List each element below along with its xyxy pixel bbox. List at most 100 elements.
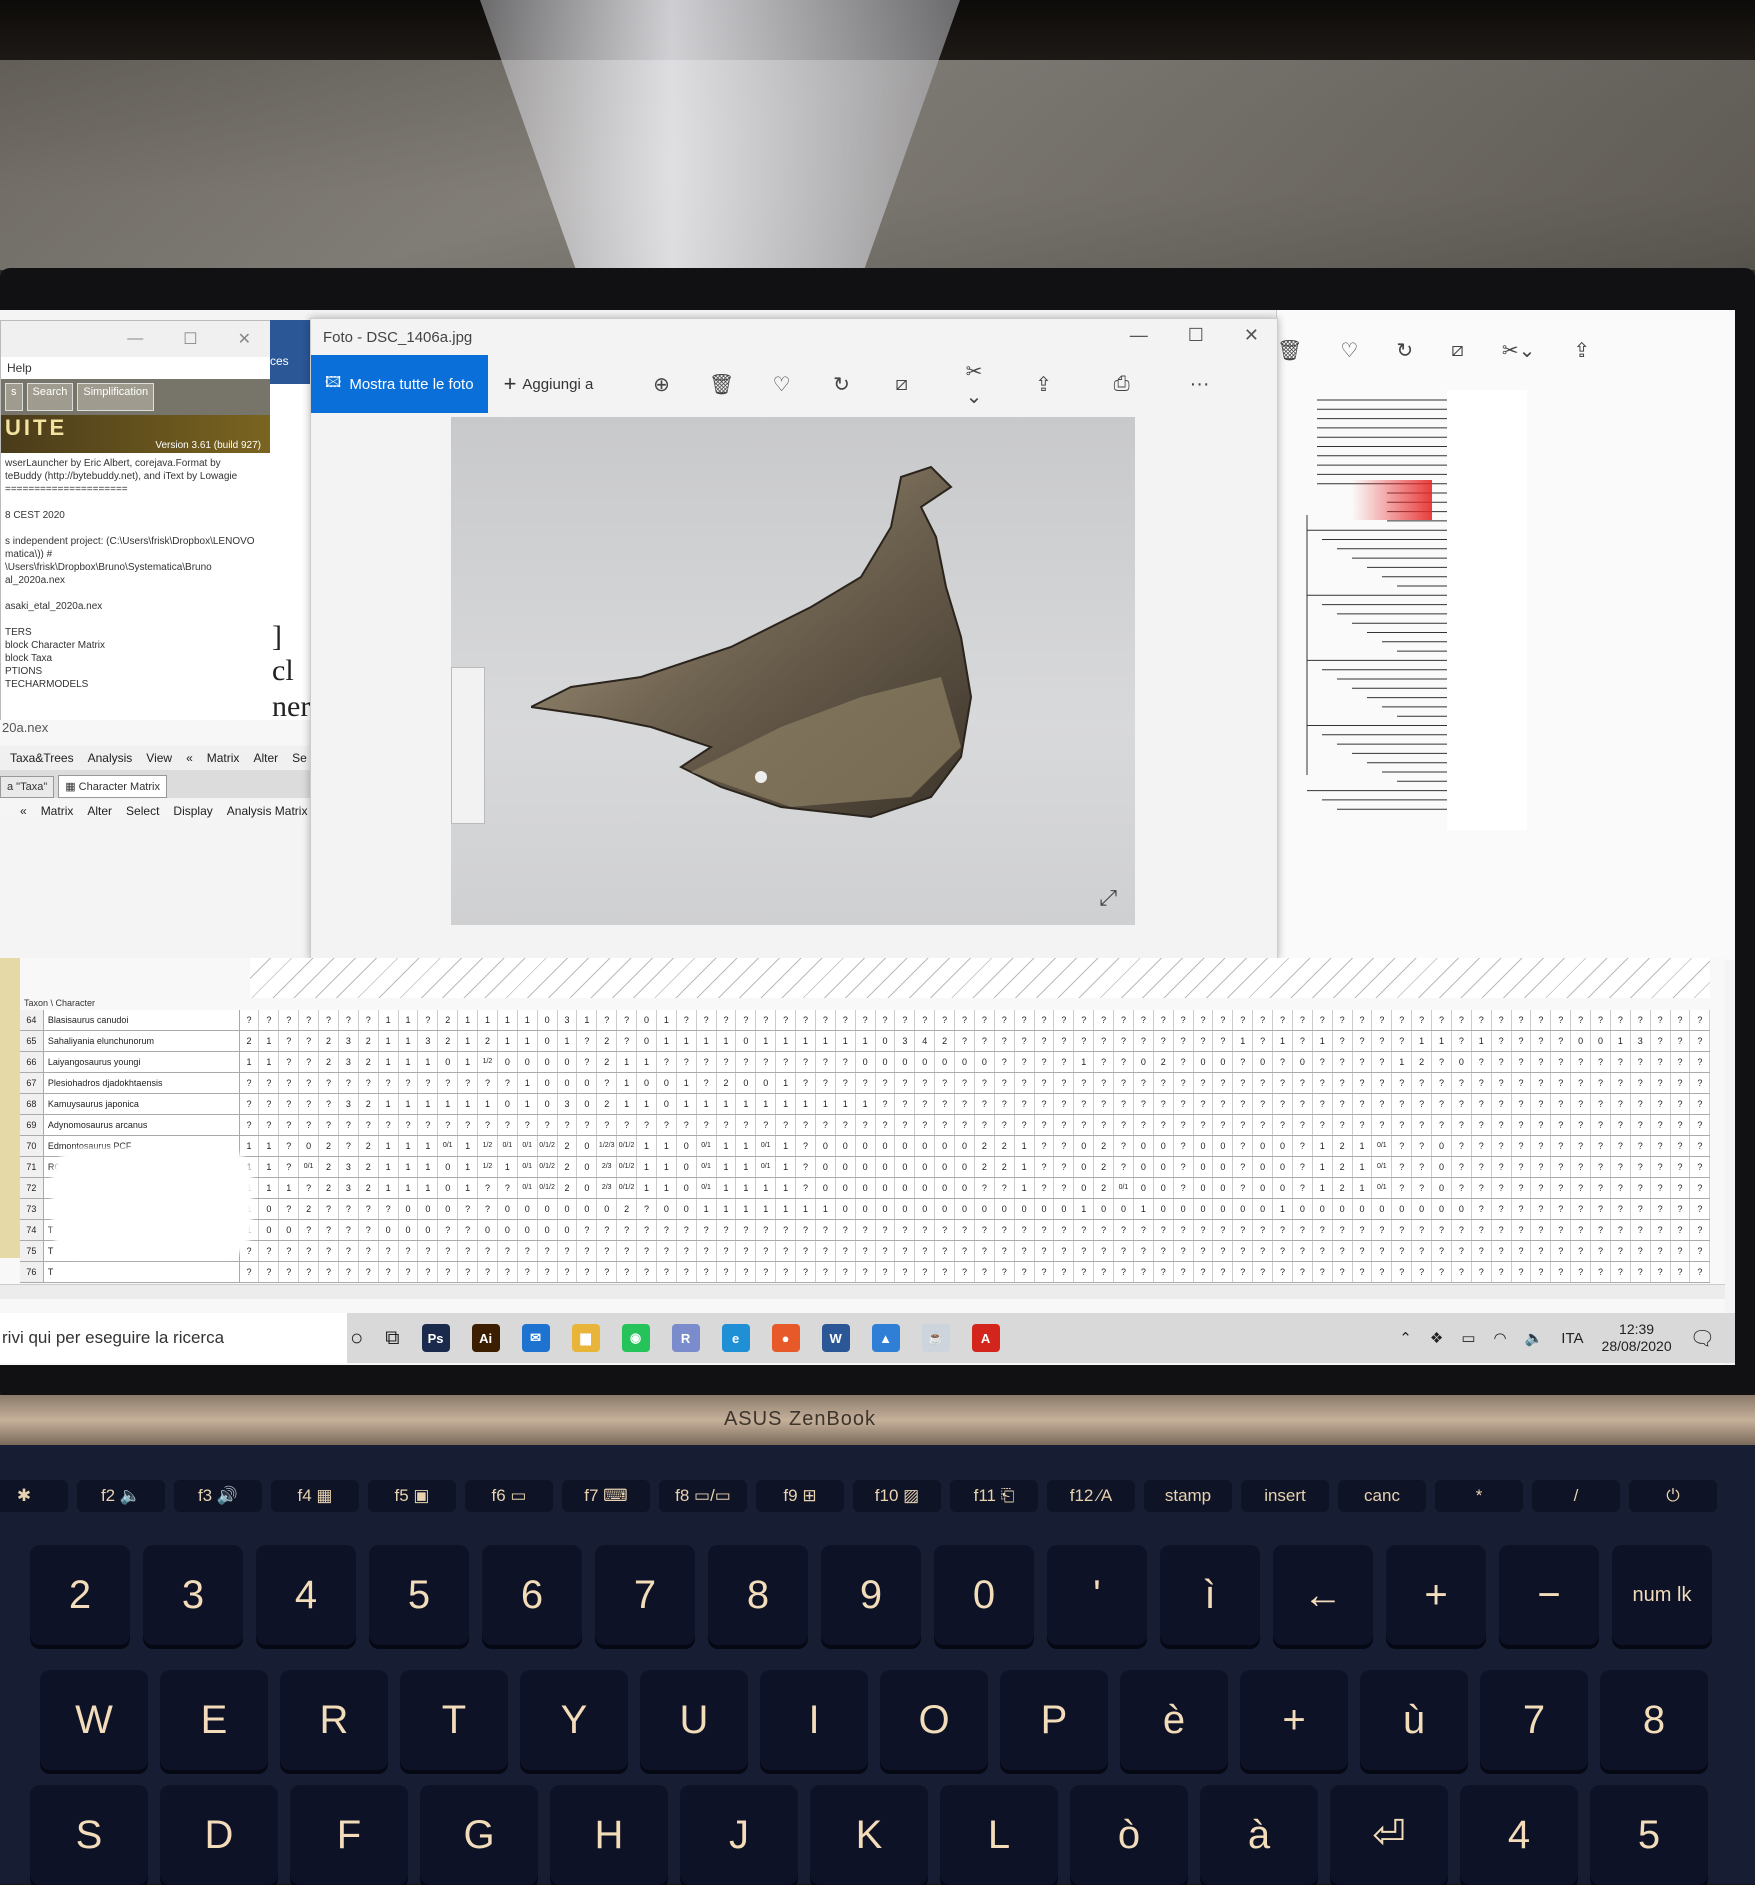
matrix-cell[interactable]: 1 bbox=[1015, 1136, 1035, 1156]
matrix-cell[interactable]: ? bbox=[736, 1262, 757, 1282]
matrix-cell[interactable]: ? bbox=[697, 1115, 717, 1135]
matrix-cell[interactable]: ? bbox=[876, 1220, 896, 1240]
matrix-cell[interactable]: ? bbox=[418, 1262, 439, 1282]
matrix-cell[interactable]: ? bbox=[1492, 1115, 1512, 1135]
matrix-cell[interactable]: ? bbox=[1551, 1199, 1572, 1219]
matrix-cell[interactable]: 0 bbox=[558, 1052, 578, 1072]
matrix-cell[interactable]: ? bbox=[1492, 1157, 1512, 1177]
matrix-cell[interactable]: ? bbox=[1293, 1073, 1313, 1093]
taxon-name[interactable]: Sahaliyania elunchunorum bbox=[44, 1031, 240, 1051]
matrix-cell[interactable]: ? bbox=[299, 1178, 320, 1198]
matrix-cell[interactable]: ? bbox=[1671, 1010, 1691, 1030]
matrix-cell[interactable]: ? bbox=[637, 1115, 657, 1135]
matrix-cell[interactable]: ? bbox=[1412, 1010, 1433, 1030]
matrix-cell[interactable]: ? bbox=[1412, 1157, 1433, 1177]
matrix-cell[interactable]: ? bbox=[617, 1010, 638, 1030]
matrix-cell[interactable]: ? bbox=[1512, 1073, 1532, 1093]
java-icon[interactable]: ☕ bbox=[921, 1324, 950, 1352]
battery-icon[interactable]: ▭ bbox=[1461, 1329, 1475, 1347]
matrix-cell[interactable]: ? bbox=[1452, 1115, 1472, 1135]
letter-key[interactable]: W bbox=[40, 1670, 148, 1770]
matrix-cell[interactable]: ? bbox=[1174, 1031, 1194, 1051]
matrix-cell[interactable]: 0 bbox=[995, 1199, 1015, 1219]
matrix-cell[interactable]: ? bbox=[677, 1010, 697, 1030]
matrix-cell[interactable]: 0 bbox=[1134, 1136, 1154, 1156]
row-number[interactable]: 69 bbox=[20, 1115, 44, 1135]
matrix-cell[interactable]: ? bbox=[736, 1220, 757, 1240]
matrix-cell[interactable]: ? bbox=[776, 1241, 797, 1261]
matrix-cell[interactable]: ? bbox=[1531, 1052, 1552, 1072]
matrix-cell[interactable]: ? bbox=[1054, 1073, 1075, 1093]
matrix-cell[interactable]: ? bbox=[915, 1241, 936, 1261]
matrix-cell[interactable]: 2 bbox=[478, 1031, 498, 1051]
matrix-cell[interactable]: ? bbox=[1253, 1262, 1274, 1282]
matrix-cell[interactable]: ? bbox=[1432, 1262, 1452, 1282]
matrix-cell[interactable]: ? bbox=[1690, 1241, 1711, 1261]
matrix-cell[interactable]: ? bbox=[1690, 1220, 1711, 1240]
matrix-cell[interactable]: 1 bbox=[458, 1031, 479, 1051]
matrix-cell[interactable]: ? bbox=[876, 1094, 896, 1114]
matrix-cell[interactable]: ? bbox=[895, 1262, 916, 1282]
submenu-item[interactable]: Analysis Matrix bbox=[227, 804, 308, 818]
matrix-cell[interactable]: ? bbox=[1174, 1094, 1194, 1114]
matrix-cell[interactable]: ? bbox=[1233, 1157, 1254, 1177]
matrix-cell[interactable]: 1 bbox=[1313, 1136, 1333, 1156]
matrix-cell[interactable]: ? bbox=[518, 1115, 538, 1135]
matrix-cell[interactable]: ? bbox=[1253, 1010, 1274, 1030]
matrix-cell[interactable]: 0 bbox=[856, 1199, 876, 1219]
matrix-cell[interactable]: 0 bbox=[876, 1031, 896, 1051]
matrix-cell[interactable]: ? bbox=[558, 1115, 578, 1135]
matrix-cell[interactable]: 1 bbox=[379, 1052, 399, 1072]
matrix-cell[interactable]: ? bbox=[935, 1094, 956, 1114]
matrix-cell[interactable]: ? bbox=[1651, 1241, 1671, 1261]
matrix-cell[interactable]: 0 bbox=[816, 1157, 836, 1177]
acrobat-icon[interactable]: A bbox=[971, 1324, 1000, 1352]
matrix-cell[interactable]: ? bbox=[1551, 1136, 1572, 1156]
matrix-cell[interactable]: ? bbox=[1054, 1052, 1075, 1072]
matrix-cell[interactable]: 1/2 bbox=[478, 1052, 498, 1072]
matrix-cell[interactable]: ? bbox=[736, 1115, 757, 1135]
matrix-cell[interactable]: ? bbox=[1571, 1073, 1592, 1093]
matrix-cell[interactable]: ? bbox=[1531, 1157, 1552, 1177]
matrix-cell[interactable]: ? bbox=[1591, 1073, 1611, 1093]
matrix-cell[interactable]: 1 bbox=[418, 1136, 439, 1156]
letter-key[interactable]: ù bbox=[1360, 1670, 1468, 1770]
matrix-cell[interactable]: ? bbox=[1174, 1220, 1194, 1240]
matrix-cell[interactable]: ? bbox=[1392, 1241, 1413, 1261]
matrix-cell[interactable]: 0 bbox=[1333, 1199, 1353, 1219]
matrix-cell[interactable]: 0 bbox=[637, 1031, 657, 1051]
matrix-cell[interactable]: 0 bbox=[657, 1094, 677, 1114]
zoom-icon[interactable]: ⊕ bbox=[648, 370, 676, 398]
matrix-cell[interactable]: 1 bbox=[518, 1094, 538, 1114]
matrix-cell[interactable]: 2 bbox=[597, 1052, 618, 1072]
matrix-cell[interactable]: ? bbox=[975, 1094, 995, 1114]
number-key[interactable]: 8 bbox=[708, 1545, 808, 1645]
matrix-cell[interactable]: ? bbox=[498, 1262, 518, 1282]
matrix-cell[interactable]: 3 bbox=[1631, 1031, 1651, 1051]
chevron-up-icon[interactable]: ⌃ bbox=[1399, 1329, 1412, 1347]
matrix-cell[interactable]: ? bbox=[1213, 1094, 1234, 1114]
matrix-cell[interactable]: 1 bbox=[418, 1094, 439, 1114]
matrix-cell[interactable]: ? bbox=[1233, 1220, 1254, 1240]
matrix-cell[interactable]: ? bbox=[339, 1241, 359, 1261]
matrix-cell[interactable]: ? bbox=[1651, 1094, 1671, 1114]
matrix-cell[interactable]: ? bbox=[697, 1073, 717, 1093]
matrix-cell[interactable]: ? bbox=[1054, 1031, 1075, 1051]
matrix-cell[interactable]: 0 bbox=[418, 1220, 439, 1240]
matrix-cell[interactable]: ? bbox=[895, 1241, 916, 1261]
matrix-cell[interactable]: ? bbox=[1372, 1241, 1393, 1261]
matrix-cell[interactable]: ? bbox=[1571, 1094, 1592, 1114]
matrix-cell[interactable]: 0 bbox=[1194, 1157, 1214, 1177]
matrix-cell[interactable]: 0 bbox=[915, 1052, 936, 1072]
function-key[interactable]: f3 🔊 bbox=[174, 1480, 262, 1512]
cortana-icon[interactable]: ○ bbox=[350, 1325, 363, 1351]
matrix-cell[interactable]: ? bbox=[279, 1241, 300, 1261]
matrix-cell[interactable]: ? bbox=[279, 1115, 300, 1135]
matrix-cell[interactable]: 0/1/2 bbox=[617, 1157, 638, 1177]
matrix-cell[interactable]: ? bbox=[1154, 1094, 1174, 1114]
matrix-cell[interactable]: ? bbox=[1432, 1241, 1452, 1261]
matrix-cell[interactable]: 1 bbox=[478, 1094, 498, 1114]
number-key[interactable]: 3 bbox=[143, 1545, 243, 1645]
matrix-cell[interactable]: ? bbox=[697, 1010, 717, 1030]
matrix-cell[interactable]: 0 bbox=[856, 1157, 876, 1177]
